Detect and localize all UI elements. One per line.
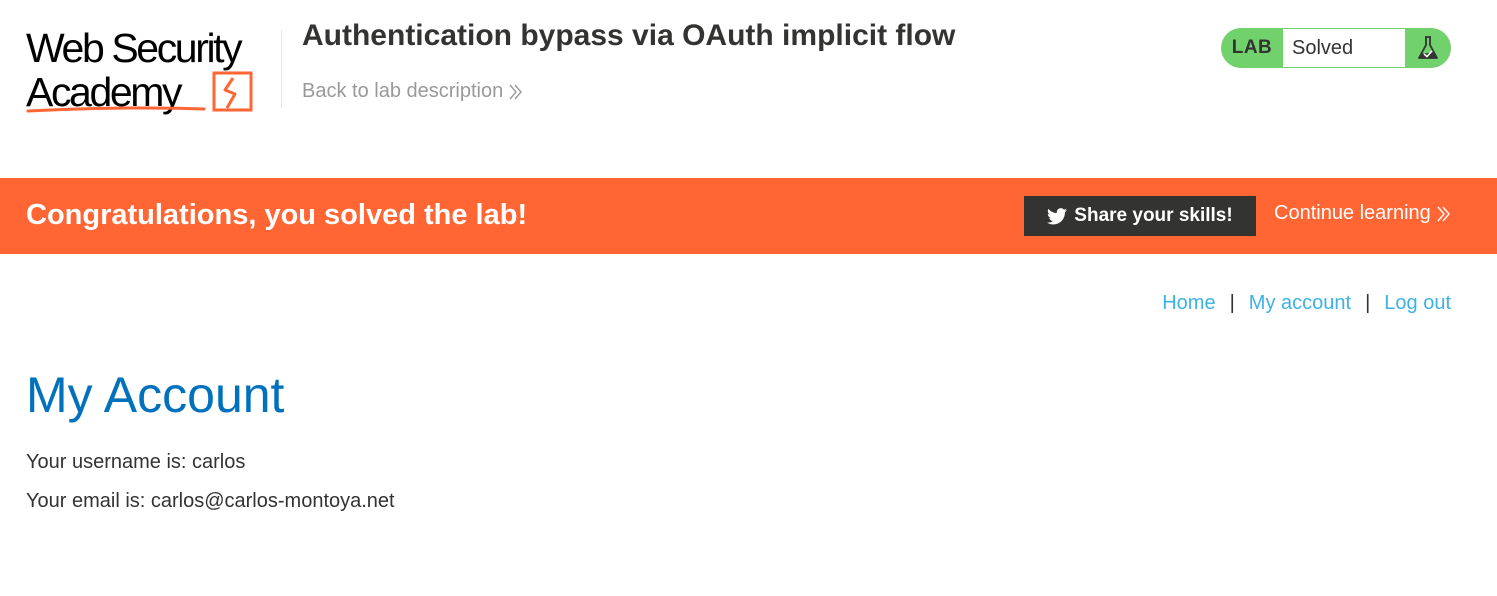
nav-log-out-link[interactable]: Log out [1384,292,1451,315]
flask-check-icon [1405,28,1451,68]
lab-solved-banner: Congratulations, you solved the lab! Sha… [0,178,1497,254]
username-text: Your username is: carlos [26,451,246,473]
back-to-lab-description-link[interactable]: Back to lab description [302,80,523,103]
page-title: My Account [26,367,285,423]
nav-separator: | [1365,292,1371,314]
nav-my-account-link[interactable]: My account [1249,292,1351,315]
share-skills-button[interactable]: Share your skills! [1024,196,1256,236]
solved-message: Congratulations, you solved the lab! [26,199,528,231]
continue-learning-label: Continue learning [1274,202,1431,224]
double-chevron-right-icon [509,84,523,100]
nav-separator: | [1229,292,1235,314]
lab-status-widget: LAB Solved [1221,28,1451,68]
top-nav: Home | My account | Log out [1162,292,1451,315]
email-text: Your email is: carlos@carlos-montoya.net [26,490,395,512]
share-button-label: Share your skills! [1074,205,1233,226]
nav-home-link[interactable]: Home [1162,292,1215,315]
web-security-academy-logo[interactable]: Web Security Academy [26,26,282,118]
lab-status-text: Solved [1283,29,1405,67]
double-chevron-right-icon [1437,206,1451,222]
twitter-icon [1047,207,1068,225]
logo-text-line1: Web Security [26,25,243,71]
lab-header: Web Security Academy Authentication bypa… [0,0,1497,178]
logo-bolt-icon [212,71,253,112]
continue-learning-link[interactable]: Continue learning [1274,202,1451,225]
back-link-label: Back to lab description [302,80,504,102]
lab-badge: LAB [1231,37,1273,58]
lab-title: Authentication bypass via OAuth implicit… [302,19,956,52]
header-divider [281,30,282,108]
